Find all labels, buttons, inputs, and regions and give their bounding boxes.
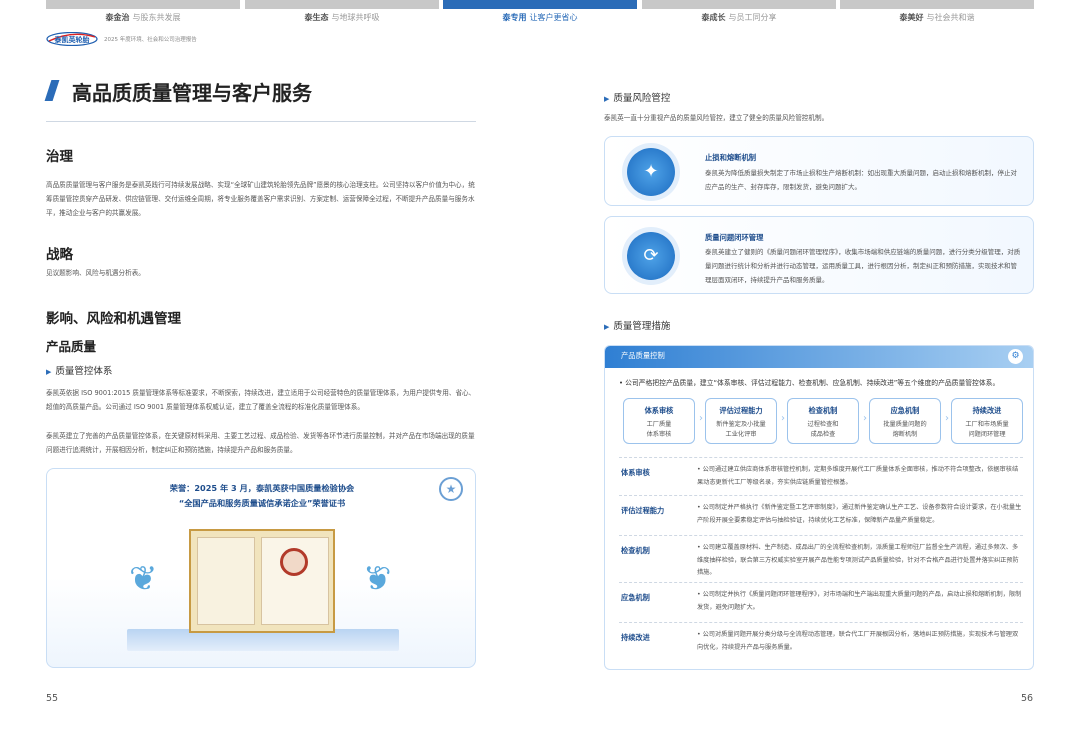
- strategy-heading: 战略: [46, 247, 73, 263]
- chevron-right-icon: ›: [699, 413, 703, 424]
- seal-icon: [280, 548, 308, 576]
- row-text: • 公司通过建立供应商体系审核管控机制，定期多维度开展代工厂质量体系全面审核，推…: [697, 466, 1019, 486]
- qms-text-2: 泰凯英建立了完善的产品质量管控体系，在关键原材料采用、主要工艺过程、成品检验、发…: [46, 432, 475, 454]
- laurel-right-icon: ❦: [363, 559, 392, 599]
- measure-row: 应急机制 • 公司制定并执行《质量问题闭环管理程序》，对市场端和生产端出现重大质量…: [619, 582, 1023, 622]
- tab-bold: 泰美好: [899, 13, 924, 22]
- row-label: 评估过程能力: [621, 506, 665, 515]
- tab-label: 与地球共呼吸: [331, 13, 380, 22]
- shield-icon: ✦: [627, 148, 675, 196]
- qms-text-1: 泰凯英依据 ISO 9001:2015 质量管理体系等标准要求，不断探索，持续改…: [46, 389, 476, 411]
- certificate-image: [189, 529, 335, 633]
- tab-bold: 泰成长: [701, 13, 726, 22]
- step-title: 持续改进: [972, 406, 1002, 415]
- tab-governance[interactable]: 泰金治 与股东共发展: [46, 0, 240, 30]
- page-number-right: 56: [1021, 693, 1034, 704]
- closed-loop-card: ⟳ 质量问题闭环管理 泰凯英建立了健则的《质量问题闭环管理程序》，收集市场端和供…: [604, 216, 1034, 294]
- chevron-right-icon: ›: [945, 413, 949, 424]
- step-title: 应急机制: [890, 406, 920, 415]
- step-desc: 工厂质量 体系审核: [646, 421, 672, 438]
- step-desc: 新件鉴定及小批量 工业化评审: [716, 421, 766, 438]
- row-text: • 公司制定并执行《质量问题闭环管理程序》，对市场端和生产端出现重大质量问题的产…: [697, 591, 1022, 611]
- chevron-right-icon: ›: [863, 413, 867, 424]
- honor-card: 荣誉：2025 年 3 月，泰凯英获中国质量检验协会 “全国产品和服务质量诚信承…: [46, 468, 476, 668]
- strategy-text: 见议题影响、风险与机遇分析表。: [46, 269, 145, 277]
- step-desc: 工厂和市场质量 问题闭环管理: [965, 421, 1009, 438]
- step-title: 评估过程能力: [719, 406, 763, 415]
- irm-heading: 影响、风险和机遇管理: [46, 311, 181, 327]
- company-logo: 泰凯英轮胎: [46, 32, 98, 46]
- tab-bold: 泰专用: [502, 13, 527, 22]
- step-title: 体系审核: [644, 406, 674, 415]
- governance-text: 高品质质量管理与客户服务是泰凯英践行可持续发展战略、实现“全球矿山建筑轮胎领先品…: [46, 181, 475, 217]
- tab-label: 与股东共发展: [132, 13, 181, 22]
- page-title: 高品质质量管理与客户服务: [72, 81, 312, 105]
- step-desc: 过程检查和 成品检查: [807, 421, 839, 438]
- row-text: • 公司建立覆盖原材料、生产制造、成品出厂的全流程检查机制，派质量工程师驻厂监督…: [697, 544, 1019, 576]
- tab-label: 让客户更省心: [529, 13, 578, 22]
- tab-label: 与员工同分享: [728, 13, 777, 22]
- cycle-icon: ⟳: [627, 232, 675, 280]
- box-title: 产品质量控制: [621, 351, 665, 360]
- tab-bold: 泰金治: [105, 13, 130, 22]
- arrow-icon: ▶: [604, 95, 610, 103]
- row-label: 体系审核: [621, 468, 650, 477]
- quality-control-box: 产品质量控制 ⚙ • 公司严格把控产品质量，建立“体系审核、评估过程能力、检查机…: [604, 345, 1034, 670]
- laurel-left-icon: ❦: [129, 559, 158, 599]
- page-number-left: 55: [46, 693, 59, 704]
- step-card: 评估过程能力新件鉴定及小批量 工业化评审: [705, 398, 777, 444]
- measures-subheading: ▶ 质量管理措施: [604, 321, 671, 332]
- tab-growth[interactable]: 泰成长 与员工同分享: [642, 0, 836, 30]
- tab-label: 与社会共和谐: [926, 13, 975, 22]
- row-text: • 公司对质量问题开展分类分级与全流程动态管理，联合代工厂开展根因分析，落地纠正…: [697, 631, 1019, 651]
- qms-subheading: ▶ 质量管控体系: [46, 366, 113, 377]
- step-card: 体系审核工厂质量 体系审核: [623, 398, 695, 444]
- medal-icon: ★: [439, 477, 463, 501]
- measure-row: 持续改进 • 公司对质量问题开展分类分级与全流程动态管理，联合代工厂开展根因分析，…: [619, 622, 1023, 662]
- measure-row: 检查机制 • 公司建立覆盖原材料、生产制造、成品出厂的全流程检查机制，派质量工程师…: [619, 535, 1023, 582]
- card-text: 泰凯英为降低质量损失制定了市场止损和生产熔断机制：如出现重大质量问题，启动止损和…: [705, 169, 1017, 191]
- step-title: 检查机制: [808, 406, 838, 415]
- certificate-left-page: [197, 537, 255, 625]
- step-card: 检查机制过程检查和 成品检查: [787, 398, 859, 444]
- step-desc: 批量质量问题的 熔断机制: [883, 421, 927, 438]
- certificate-right-page: [261, 537, 329, 625]
- row-text: • 公司制定并严格执行《新件鉴定暨工艺评审制度》，通过新件鉴定确认生产工艺、设备…: [697, 504, 1022, 524]
- governance-heading: 治理: [46, 149, 73, 165]
- row-label: 应急机制: [621, 593, 650, 602]
- arrow-icon: ▶: [46, 368, 52, 376]
- tab-society[interactable]: 泰美好 与社会共和谐: [840, 0, 1034, 30]
- measure-row: 评估过程能力 • 公司制定并严格执行《新件鉴定暨工艺评审制度》，通过新件鉴定确认生…: [619, 495, 1023, 535]
- product-quality-heading: 产品质量: [46, 339, 97, 354]
- card-text: 泰凯英建立了健则的《质量问题闭环管理程序》，收集市场端和供应链端的质量问题，进行…: [705, 248, 1021, 284]
- card-title: 止损和熔断机制: [705, 153, 757, 162]
- risk-intro: 泰凯英一直十分重视产品的质量风险管控，建立了健全的质量风险管控机制。: [604, 114, 829, 122]
- row-label: 持续改进: [621, 633, 650, 642]
- step-card: 应急机制批量质量问题的 熔断机制: [869, 398, 941, 444]
- card-title: 质量问题闭环管理: [705, 233, 764, 242]
- report-title: 2025 年度环境、社会和公司治理报告: [104, 37, 197, 43]
- measure-row: 体系审核 • 公司通过建立供应商体系审核管控机制，定期多维度开展代工厂质量体系全面…: [619, 457, 1023, 495]
- arrow-icon: ▶: [604, 323, 610, 331]
- honor-title: 荣誉：2025 年 3 月，泰凯英获中国质量检验协会 “全国产品和服务质量诚信承…: [169, 483, 355, 508]
- risk-subheading: ▶ 质量风险管控: [604, 93, 671, 104]
- chevron-right-icon: ›: [781, 413, 785, 424]
- gear-icon: ⚙: [1008, 349, 1023, 364]
- row-label: 检查机制: [621, 546, 650, 555]
- stoploss-card: ✦ 止损和熔断机制 泰凯英为降低质量损失制定了市场止损和生产熔断机制：如出现重大…: [604, 136, 1034, 206]
- box-header: 产品质量控制 ⚙: [605, 346, 1033, 368]
- tab-bold: 泰生态: [304, 13, 329, 22]
- divider: [46, 121, 476, 122]
- tab-ecology[interactable]: 泰生态 与地球共呼吸: [245, 0, 439, 30]
- step-card: 持续改进工厂和市场质量 问题闭环管理: [951, 398, 1023, 444]
- box-intro: • 公司严格把控产品质量，建立“体系审核、评估过程能力、检查机制、应急机制、持续…: [619, 379, 1000, 387]
- tab-customer[interactable]: 泰专用 让客户更省心: [443, 0, 637, 30]
- svg-text:泰凯英轮胎: 泰凯英轮胎: [54, 35, 90, 44]
- title-accent-bar: [44, 80, 60, 101]
